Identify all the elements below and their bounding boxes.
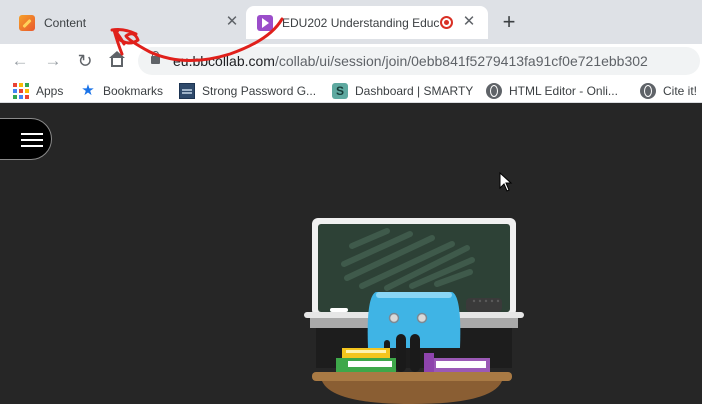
bookmark-label: Bookmarks: [103, 84, 164, 98]
bookmark-strong-password[interactable]: Strong Password G...: [179, 81, 316, 101]
url-text[interactable]: eu.bbcollab.com/collab/ui/session/join/0…: [173, 53, 648, 69]
desk-top: [312, 372, 512, 381]
recording-icon: [440, 16, 453, 29]
chalk-piece: [330, 308, 348, 312]
pencil-icon: [19, 14, 35, 31]
bookmark-apps[interactable]: Apps: [13, 81, 63, 101]
url-path: /collab/ui/session/join/0ebb841f5279413f…: [274, 53, 648, 69]
tab-collaborate[interactable]: EDU202 Understanding Educ ✕: [246, 6, 488, 39]
mascot-eye-left: [388, 312, 400, 324]
bookmark-html-editor[interactable]: HTML Editor - Onli...: [486, 81, 618, 101]
apps-icon: [13, 83, 29, 99]
back-button[interactable]: ←: [9, 50, 31, 72]
tab-strip: Content ✕ EDU202 Understanding Educ ✕ +: [0, 0, 702, 44]
bookmark-bookmarks[interactable]: ★ Bookmarks: [80, 81, 163, 101]
bookmark-label: Apps: [36, 84, 64, 98]
reload-button[interactable]: ↻: [74, 50, 96, 72]
tab-content[interactable]: Content ✕: [0, 6, 246, 39]
browser-toolbar: ← → ↻ eu.bbcollab.com/collab/ui/session/…: [0, 44, 702, 78]
classroom-illustration: [304, 218, 524, 404]
forward-button[interactable]: →: [42, 50, 64, 72]
bookmark-smarty[interactable]: S Dashboard | SMARTY: [332, 81, 473, 101]
close-icon[interactable]: ✕: [461, 14, 477, 30]
new-tab-button[interactable]: +: [498, 11, 520, 33]
mouse-cursor-icon: [499, 172, 513, 192]
home-button[interactable]: [106, 50, 128, 72]
bookmark-cite-it[interactable]: Cite it!: [640, 81, 697, 101]
bookmark-label: HTML Editor - Onli...: [509, 84, 618, 98]
smarty-icon: S: [332, 83, 348, 99]
globe-icon: [640, 83, 656, 99]
star-icon: ★: [81, 82, 95, 99]
eraser: [466, 298, 502, 312]
address-bar[interactable]: eu.bbcollab.com/collab/ui/session/join/0…: [138, 47, 700, 75]
close-icon[interactable]: ✕: [224, 14, 240, 30]
bookmark-label: Strong Password G...: [202, 84, 317, 98]
collaborate-icon: [257, 14, 273, 31]
password-site-icon: [179, 83, 195, 99]
lock-icon[interactable]: [151, 51, 160, 64]
tab-title: Content: [44, 15, 87, 30]
tab-title: EDU202 Understanding Educ: [282, 15, 440, 30]
globe-icon: [486, 83, 502, 99]
bookmarks-bar: Apps ★ Bookmarks Strong Password G... S …: [0, 78, 702, 103]
desk-front: [322, 381, 502, 404]
session-page: [0, 104, 702, 404]
mascot-eye-right: [416, 312, 428, 324]
bookmark-label: Cite it!: [663, 84, 698, 98]
url-host: eu.bbcollab.com: [173, 53, 275, 69]
bookmark-label: Dashboard | SMARTY: [355, 84, 474, 98]
session-menu-button[interactable]: [0, 118, 52, 160]
